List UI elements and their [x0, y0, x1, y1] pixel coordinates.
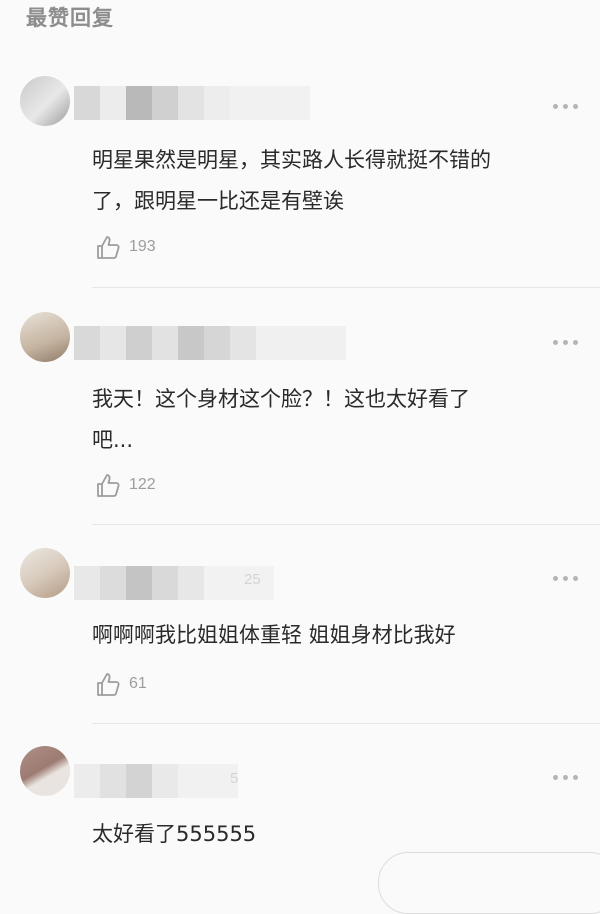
more-dots-icon[interactable] [553, 96, 578, 116]
reply-input-pill[interactable] [378, 852, 600, 914]
blurred-meta: 5 [230, 770, 239, 787]
comment-text: 我天！这个身材这个脸？！这也太好看了 吧... [92, 379, 572, 461]
username-blurred[interactable] [74, 326, 346, 360]
more-dots-icon[interactable] [553, 332, 578, 352]
thumbs-up-icon [97, 474, 120, 497]
comment-text-line: 了，跟明星一比还是有壁诶 [92, 189, 344, 213]
comment-text-line: 我天！这个身材这个脸？！这也太好看了 [92, 387, 470, 411]
comment-text-line: 吧... [92, 428, 134, 452]
comment-text-line: 太好看了555555 [92, 822, 257, 846]
like-button[interactable]: 61 [95, 671, 147, 697]
divider [92, 524, 600, 525]
avatar[interactable] [20, 312, 70, 362]
comment-text: 太好看了555555 [92, 814, 572, 855]
username-blurred[interactable] [74, 86, 310, 120]
username-blurred[interactable] [74, 764, 238, 798]
like-button[interactable]: 193 [95, 234, 156, 260]
blurred-meta: 25 [244, 571, 261, 588]
divider [92, 723, 600, 724]
more-dots-icon[interactable] [553, 767, 578, 787]
comment-text: 明星果然是明星，其实路人长得就挺不错的 了，跟明星一比还是有壁诶 [92, 140, 572, 222]
thumbs-up-icon [97, 236, 120, 259]
divider [92, 287, 600, 288]
like-count: 61 [129, 675, 147, 692]
avatar[interactable] [20, 746, 70, 796]
like-button[interactable]: 122 [95, 472, 156, 498]
like-count: 122 [129, 476, 156, 493]
like-count: 193 [129, 238, 156, 255]
comment-text: 啊啊啊我比姐姐体重轻 姐姐身材比我好 [92, 615, 572, 656]
comment-text-line: 明星果然是明星，其实路人长得就挺不错的 [92, 148, 491, 172]
section-title: 最赞回复 [26, 6, 114, 30]
avatar[interactable] [20, 548, 70, 598]
thumbs-up-icon [97, 673, 120, 696]
avatar[interactable] [20, 76, 70, 126]
comment-text-line: 啊啊啊我比姐姐体重轻 姐姐身材比我好 [92, 623, 456, 647]
more-dots-icon[interactable] [553, 568, 578, 588]
